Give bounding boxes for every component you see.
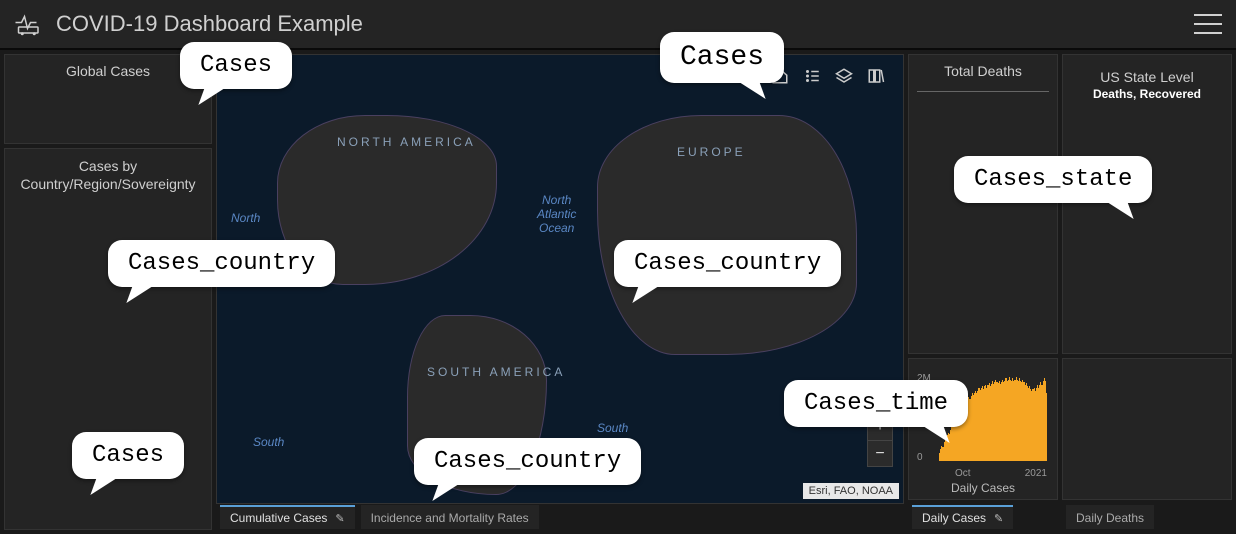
edit-icon[interactable]: ✎ xyxy=(994,512,1003,525)
chart-tabbar: Daily Cases ✎ xyxy=(908,504,1058,530)
map-label-na: NORTH AMERICA xyxy=(337,135,476,149)
map-label-eu: EUROPE xyxy=(677,145,746,159)
us-state-panel: US State Level Deaths, Recovered xyxy=(1062,54,1232,354)
annotation-bubble: Cases xyxy=(660,32,784,83)
chart-title: Daily Cases xyxy=(915,481,1051,495)
tab-daily-cases[interactable]: Daily Cases ✎ xyxy=(912,505,1013,529)
right-lower-panel xyxy=(1062,358,1232,500)
us-state-label: US State Level xyxy=(1063,61,1231,87)
map-label-south-l: South xyxy=(253,435,284,449)
page-title: COVID-19 Dashboard Example xyxy=(56,11,363,37)
map-tabbar: Cumulative Cases ✎ Incidence and Mortali… xyxy=(216,504,904,530)
tab-daily-deaths[interactable]: Daily Deaths xyxy=(1066,505,1154,529)
chart-tabbar-2: Daily Deaths xyxy=(1062,504,1232,530)
tab-cumulative-label: Cumulative Cases xyxy=(230,511,327,525)
map-label-natl: NorthAtlanticOcean xyxy=(537,193,576,235)
annotation-bubble: Cases_country xyxy=(108,240,335,287)
annotation-bubble: Cases_time xyxy=(784,380,968,427)
annotation-bubble: Cases_country xyxy=(614,240,841,287)
cases-by-country-label: Cases by Country/Region/Sovereignty xyxy=(5,149,211,201)
cases-by-line1: Cases by xyxy=(79,158,137,174)
tab-incidence-mortality[interactable]: Incidence and Mortality Rates xyxy=(361,505,539,529)
app-header: COVID-19 Dashboard Example xyxy=(0,0,1236,50)
ytick-0: 0 xyxy=(917,452,923,463)
zoom-out-button[interactable]: − xyxy=(868,440,892,466)
map-label-sa: SOUTH AMERICA xyxy=(427,365,565,379)
edit-icon[interactable]: ✎ xyxy=(335,512,344,525)
bookmarks-icon[interactable] xyxy=(867,67,885,85)
logo-icon xyxy=(14,12,44,36)
tab-daily-deaths-label: Daily Deaths xyxy=(1076,511,1144,525)
total-deaths-panel: Total Deaths xyxy=(908,54,1058,354)
annotation-bubble: Cases xyxy=(180,42,292,89)
us-state-sub: Deaths, Recovered xyxy=(1063,87,1231,101)
cases-by-line2: Country/Region/Sovereignty xyxy=(20,176,195,192)
map-attribution: Esri, FAO, NOAA xyxy=(803,483,899,499)
annotation-bubble: Cases xyxy=(72,432,184,479)
annotation-bubble: Cases_country xyxy=(414,438,641,485)
tab-daily-cases-label: Daily Cases xyxy=(922,511,986,525)
legend-icon[interactable] xyxy=(803,67,821,85)
menu-button[interactable] xyxy=(1194,14,1222,34)
layers-icon[interactable] xyxy=(835,67,853,85)
annotation-bubble: Cases_state xyxy=(954,156,1152,203)
xtick-oct: Oct xyxy=(955,468,971,479)
total-deaths-label: Total Deaths xyxy=(909,55,1057,87)
map-label-np: North xyxy=(231,211,260,225)
xtick-2021: 2021 xyxy=(1025,468,1047,479)
map-label-south-r: South xyxy=(597,421,628,435)
tab-cumulative-cases[interactable]: Cumulative Cases ✎ xyxy=(220,505,355,529)
tab-incidence-label: Incidence and Mortality Rates xyxy=(371,511,529,525)
